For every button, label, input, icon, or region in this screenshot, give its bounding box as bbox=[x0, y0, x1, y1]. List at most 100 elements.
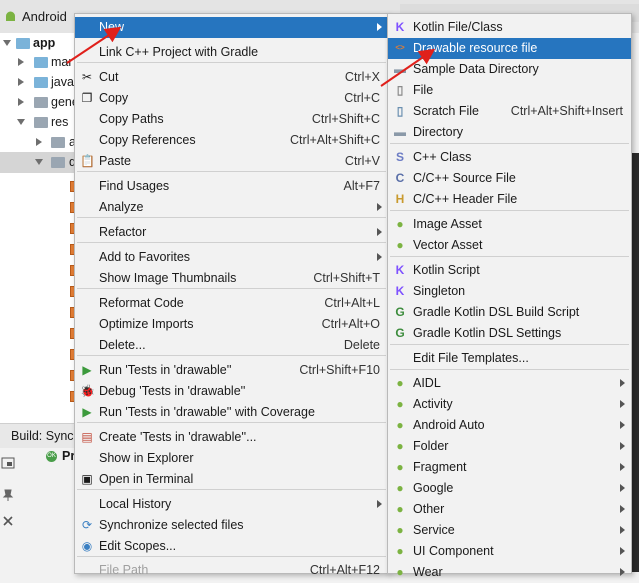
menu-item-run-tests-in-drawable-with-coverage[interactable]: ▶ Run 'Tests in 'drawable'' with Coverage bbox=[75, 402, 388, 423]
menu-item-debug-tests-in-drawable[interactable]: 🐞 Debug 'Tests in 'drawable'' bbox=[75, 381, 388, 402]
android-icon: ● bbox=[396, 238, 404, 252]
submenu-item-gradle-kotlin-dsl-settings[interactable]: G Gradle Kotlin DSL Settings bbox=[388, 323, 631, 344]
submenu-item-service[interactable]: ● Service bbox=[388, 520, 631, 541]
cpp-header-icon: H bbox=[395, 192, 405, 206]
menu-item-edit-scopes[interactable]: ◉ Edit Scopes... bbox=[75, 536, 388, 557]
menu-item-shortcut: Ctrl+V bbox=[344, 154, 380, 168]
submenu-item-folder[interactable]: ● Folder bbox=[388, 436, 631, 457]
submenu-arrow-icon bbox=[620, 421, 625, 429]
menu-item-optimize-imports[interactable]: Optimize Imports Ctrl+Alt+O bbox=[75, 314, 388, 335]
folder-icon: ▬ bbox=[394, 62, 406, 76]
menu-separator bbox=[77, 422, 386, 423]
menu-item-label: Scratch File bbox=[413, 104, 479, 118]
chevron-right-icon[interactable] bbox=[36, 138, 42, 146]
submenu-item-directory[interactable]: ▬ Directory bbox=[388, 122, 631, 143]
menu-item-add-to-favorites[interactable]: Add to Favorites bbox=[75, 247, 388, 268]
menu-item-open-in-terminal[interactable]: ▣ Open in Terminal bbox=[75, 469, 388, 490]
chevron-down-icon[interactable] bbox=[3, 40, 11, 46]
submenu-item-edit-file-templates[interactable]: Edit File Templates... bbox=[388, 348, 631, 369]
submenu-item-kotlin-script[interactable]: K Kotlin Script bbox=[388, 260, 631, 281]
project-view-label[interactable]: Android bbox=[22, 9, 67, 24]
submenu-arrow-icon bbox=[377, 253, 382, 261]
file-icon: ▯ bbox=[396, 83, 404, 97]
menu-item-label: AIDL bbox=[413, 376, 441, 390]
submenu-item-gradle-kotlin-dsl-build-script[interactable]: G Gradle Kotlin DSL Build Script bbox=[388, 302, 631, 323]
submenu-item-fragment[interactable]: ● Fragment bbox=[388, 457, 631, 478]
submenu-item-image-asset[interactable]: ● Image Asset bbox=[388, 214, 631, 235]
menu-item-copy-paths[interactable]: Copy Paths Ctrl+Shift+C bbox=[75, 109, 388, 130]
create-test-icon: ▤ bbox=[81, 430, 93, 444]
menu-item-copy-references[interactable]: Copy References Ctrl+Alt+Shift+C bbox=[75, 130, 388, 151]
submenu-item-wear[interactable]: ● Wear bbox=[388, 562, 631, 583]
menu-item-label: Show in Explorer bbox=[99, 451, 194, 465]
menu-item-shortcut: Ctrl+C bbox=[344, 91, 380, 105]
menu-item-label: Local History bbox=[99, 497, 172, 511]
menu-item-shortcut: Alt+F7 bbox=[343, 179, 380, 193]
kotlin-script-icon: K bbox=[395, 263, 405, 277]
pin-icon[interactable] bbox=[1, 488, 15, 502]
chevron-right-icon[interactable] bbox=[18, 78, 24, 86]
submenu-item-kotlin-file-class[interactable]: K Kotlin File/Class bbox=[388, 17, 631, 38]
menu-item-synchronize-selected-files[interactable]: ⟳ Synchronize selected files bbox=[75, 515, 388, 536]
submenu-item-android-auto[interactable]: ● Android Auto bbox=[388, 415, 631, 436]
run-icon: ▶ bbox=[82, 363, 92, 377]
menu-item-run-tests-in-drawable[interactable]: ▶ Run 'Tests in 'drawable'' Ctrl+Shift+F10 bbox=[75, 360, 388, 381]
submenu-item-aidl[interactable]: ● AIDL bbox=[388, 373, 631, 394]
close-icon[interactable] bbox=[1, 514, 15, 528]
submenu-item-file[interactable]: ▯ File bbox=[388, 80, 631, 101]
module-folder-icon bbox=[16, 38, 30, 49]
submenu-item-singleton[interactable]: K Singleton bbox=[388, 281, 631, 302]
menu-item-label: Link C++ Project with Gradle bbox=[99, 45, 259, 59]
menu-item-label: Cut bbox=[99, 70, 119, 84]
menu-item-show-image-thumbnails[interactable]: Show Image Thumbnails Ctrl+Shift+T bbox=[75, 268, 388, 289]
android-icon: ● bbox=[396, 376, 404, 390]
menu-item-label: Find Usages bbox=[99, 179, 170, 193]
menu-item-analyze[interactable]: Analyze bbox=[75, 197, 388, 218]
menu-item-link-c-project-with-gradle[interactable]: Link C++ Project with Gradle bbox=[75, 42, 388, 63]
menu-item-label: Optimize Imports bbox=[99, 317, 194, 331]
menu-item-label: Singleton bbox=[413, 284, 466, 298]
menu-item-new[interactable]: New bbox=[75, 17, 388, 38]
menu-item-label: Folder bbox=[413, 439, 449, 453]
layout-icon[interactable] bbox=[1, 456, 15, 470]
chevron-down-icon[interactable] bbox=[17, 119, 25, 125]
menu-item-cut[interactable]: ✂ Cut Ctrl+X bbox=[75, 67, 388, 88]
menu-item-local-history[interactable]: Local History bbox=[75, 494, 388, 515]
submenu-item-scratch-file[interactable]: ▯ Scratch File Ctrl+Alt+Shift+Insert bbox=[388, 101, 631, 122]
menu-item-delete[interactable]: Delete... Delete bbox=[75, 335, 388, 356]
submenu-item-vector-asset[interactable]: ● Vector Asset bbox=[388, 235, 631, 256]
android-icon: ● bbox=[396, 544, 404, 558]
menu-item-copy[interactable]: ❐ Copy Ctrl+C bbox=[75, 88, 388, 109]
folder-icon bbox=[51, 137, 65, 148]
menu-item-label: Copy References bbox=[99, 133, 196, 147]
android-icon: ● bbox=[396, 523, 404, 537]
menu-item-paste[interactable]: 📋 Paste Ctrl+V bbox=[75, 151, 388, 172]
menu-item-create-tests-in-drawable[interactable]: ▤ Create 'Tests in 'drawable''... bbox=[75, 427, 388, 448]
chevron-down-icon[interactable] bbox=[35, 159, 43, 165]
submenu-item-sample-data-directory[interactable]: ▬ Sample Data Directory bbox=[388, 59, 631, 80]
menu-item-label: Open in Terminal bbox=[99, 472, 194, 486]
menu-item-label: Synchronize selected files bbox=[99, 518, 244, 532]
submenu-item-activity[interactable]: ● Activity bbox=[388, 394, 631, 415]
submenu-item-c-class[interactable]: S C++ Class bbox=[388, 147, 631, 168]
menu-item-refactor[interactable]: Refactor bbox=[75, 222, 388, 243]
submenu-arrow-icon bbox=[620, 547, 625, 555]
menu-item-shortcut: Ctrl+Shift+C bbox=[311, 112, 380, 126]
chevron-right-icon[interactable] bbox=[18, 98, 24, 106]
submenu-item-drawable-resource-file[interactable]: <> Drawable resource file bbox=[388, 38, 631, 59]
submenu-item-other[interactable]: ● Other bbox=[388, 499, 631, 520]
folder-icon bbox=[34, 117, 48, 128]
submenu-item-ui-component[interactable]: ● UI Component bbox=[388, 541, 631, 562]
new-submenu: K Kotlin File/Class <> Drawable resource fi… bbox=[387, 13, 632, 579]
submenu-item-google[interactable]: ● Google bbox=[388, 478, 631, 499]
menu-item-label: Copy bbox=[99, 91, 129, 105]
menu-item-find-usages[interactable]: Find Usages Alt+F7 bbox=[75, 176, 388, 197]
android-icon: ● bbox=[396, 397, 404, 411]
chevron-right-icon[interactable] bbox=[18, 58, 24, 66]
build-tab[interactable]: Build: Sync bbox=[0, 423, 75, 449]
menu-item-reformat-code[interactable]: Reformat Code Ctrl+Alt+L bbox=[75, 293, 388, 314]
android-icon bbox=[6, 11, 15, 21]
submenu-item-c-c-source-file[interactable]: C C/C++ Source File bbox=[388, 168, 631, 189]
submenu-item-c-c-header-file[interactable]: H C/C++ Header File bbox=[388, 189, 631, 210]
menu-item-show-in-explorer[interactable]: Show in Explorer bbox=[75, 448, 388, 469]
